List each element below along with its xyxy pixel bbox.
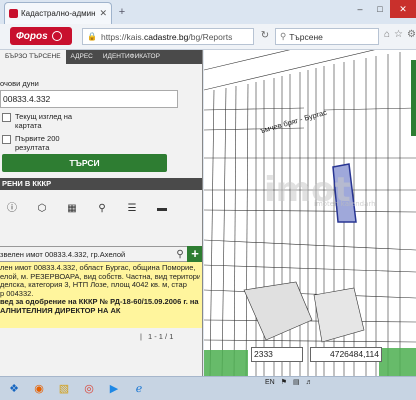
tab-quick-search[interactable]: Бързо търсене [0,50,66,64]
info-icon[interactable]: ⓘ [2,200,22,218]
result-title[interactable]: звелен имот 00833.4.332, гр.Ахелой [0,250,173,259]
pointer-icon[interactable]: ⬡ [32,200,52,218]
green-zone [204,350,248,376]
pager-separator: | [140,332,142,341]
ruler-icon[interactable]: ▬ [152,200,172,218]
green-zone [379,348,416,376]
location-pin-icon[interactable]: ⚲ [92,200,112,218]
windows-taskbar: ❖ ◉ ▧ ◎ ▶ ℯ [0,376,416,400]
current-view-checkbox-row[interactable]: Текущ изглед на картата [2,112,72,130]
gear-icon[interactable]: ⚙ [407,29,416,40]
start-icon[interactable]: ❖ [3,379,25,399]
language-indicator[interactable]: EN [265,379,275,386]
map-tools-row: ⓘ ⬡ ▦ ⚲ ☰ ▬ [0,198,202,220]
search-panel: Бързо търсене Адрес Идентификатор очови … [0,50,203,376]
green-border-strip [411,60,416,136]
result-line: вед за одобрение на КККР № РД-18-60/15.0… [0,298,199,307]
logo-text: Фороѕ [16,30,48,42]
result-line: лен имот 00833.4.332, област Бургас, общ… [0,264,196,272]
maximize-button[interactable]: □ [370,0,390,18]
first-200-label: Първите 200 резултата [15,134,60,152]
cadastral-map[interactable]: ъмчев бряг - Бургас imot imoten kalendar… [204,50,416,376]
minimize-button[interactable]: – [350,0,370,18]
result-details: лен имот 00833.4.332, област Бургас, общ… [0,262,202,328]
result-line: елой, м. РЕЗЕРВОАРА, вид собств. Частна,… [0,272,200,281]
first-200-checkbox[interactable] [2,135,11,144]
built-block [243,281,313,341]
browser-search-box[interactable]: ⚲ Търсене [275,28,379,45]
file-explorer-icon[interactable]: ▧ [53,379,75,399]
coordinate-y-box: 4726484,114 [310,347,382,362]
keyword-input[interactable]: 00833.4.332 [0,90,178,108]
tab-title: Кадастрално-административна [21,9,96,18]
tab-address[interactable]: Адрес [66,50,98,64]
layers-header: РЕНИ В КККР [0,178,202,190]
site-favicon-icon [9,9,18,18]
current-view-label: Текущ изглед на картата [15,112,73,130]
parcel-line [204,289,416,299]
parcel-grid [209,52,401,376]
tab-close-icon[interactable]: ✕ [99,8,107,19]
road-edge [204,50,291,71]
pager-count: 1 - 1 / 1 [147,332,174,341]
coordinate-x-box: 2333 [251,347,303,362]
search-placeholder: Търсене [289,31,323,42]
chrome-icon[interactable]: ◎ [78,379,100,399]
grid-icon[interactable]: ▦ [62,200,82,218]
network-icon[interactable]: ▤ [293,378,300,386]
search-field-label: очови дуни [0,79,39,88]
watermark-subtitle: imoten kalendarh [314,200,376,208]
result-line: АЛНИТЕЛНИЯ ДИРЕКТОР НА АК [0,306,121,315]
close-window-button[interactable]: ✕ [390,0,416,18]
search-icon: ⚲ [280,31,287,41]
layers-icon[interactable]: ☰ [122,200,142,218]
media-player-icon[interactable]: ▶ [103,379,125,399]
first-200-checkbox-row[interactable]: Първите 200 резултата [2,134,60,152]
zoom-to-icon[interactable]: ⚲ [173,249,187,260]
search-button[interactable]: ТЪРСИ [2,154,167,172]
logo-mark-icon [51,31,62,41]
parcel-line [204,239,416,251]
window-controls: – □ ✕ [350,0,416,20]
new-tab-button[interactable]: + [116,6,128,18]
add-result-button[interactable]: + [187,246,202,262]
refresh-icon[interactable]: ↻ [258,29,272,43]
system-tray: EN ⚑ ▤ ♬ [265,378,313,387]
map-canvas[interactable] [204,50,416,376]
panel-tabs: Бързо търсене Адрес Идентификатор [0,50,202,64]
lock-icon: 🔒 [87,32,97,41]
flag-icon[interactable]: ⚑ [281,378,287,386]
built-block [313,287,365,343]
result-line: делска, категория 3, НТП Лозе, площ 4042… [0,281,187,290]
toolbar-icons: ⌂ ☆ ⚙ [384,29,416,40]
internet-explorer-icon[interactable]: ℯ [128,379,150,399]
result-line: р 004332. [0,289,34,298]
road-edge [204,50,375,91]
star-icon[interactable]: ☆ [394,29,403,40]
tab-identifier[interactable]: Идентификатор [98,50,165,64]
address-bar[interactable]: 🔒 https://kais.cadastre.bg/bg/Reports [82,28,254,45]
foros-logo[interactable]: Фороѕ [10,27,72,45]
result-pager: | 1 - 1 / 1 [140,332,200,344]
home-icon[interactable]: ⌂ [384,29,390,40]
firefox-icon[interactable]: ◉ [28,379,50,399]
result-header: звелен имот 00833.4.332, гр.Ахелой ⚲ + [0,246,202,262]
volume-icon[interactable]: ♬ [306,379,313,386]
current-view-checkbox[interactable] [2,113,11,122]
url-text: https://kais.cadastre.bg/bg/Reports [100,31,233,42]
browser-tab[interactable]: Кадастрално-административна ✕ [4,2,112,24]
